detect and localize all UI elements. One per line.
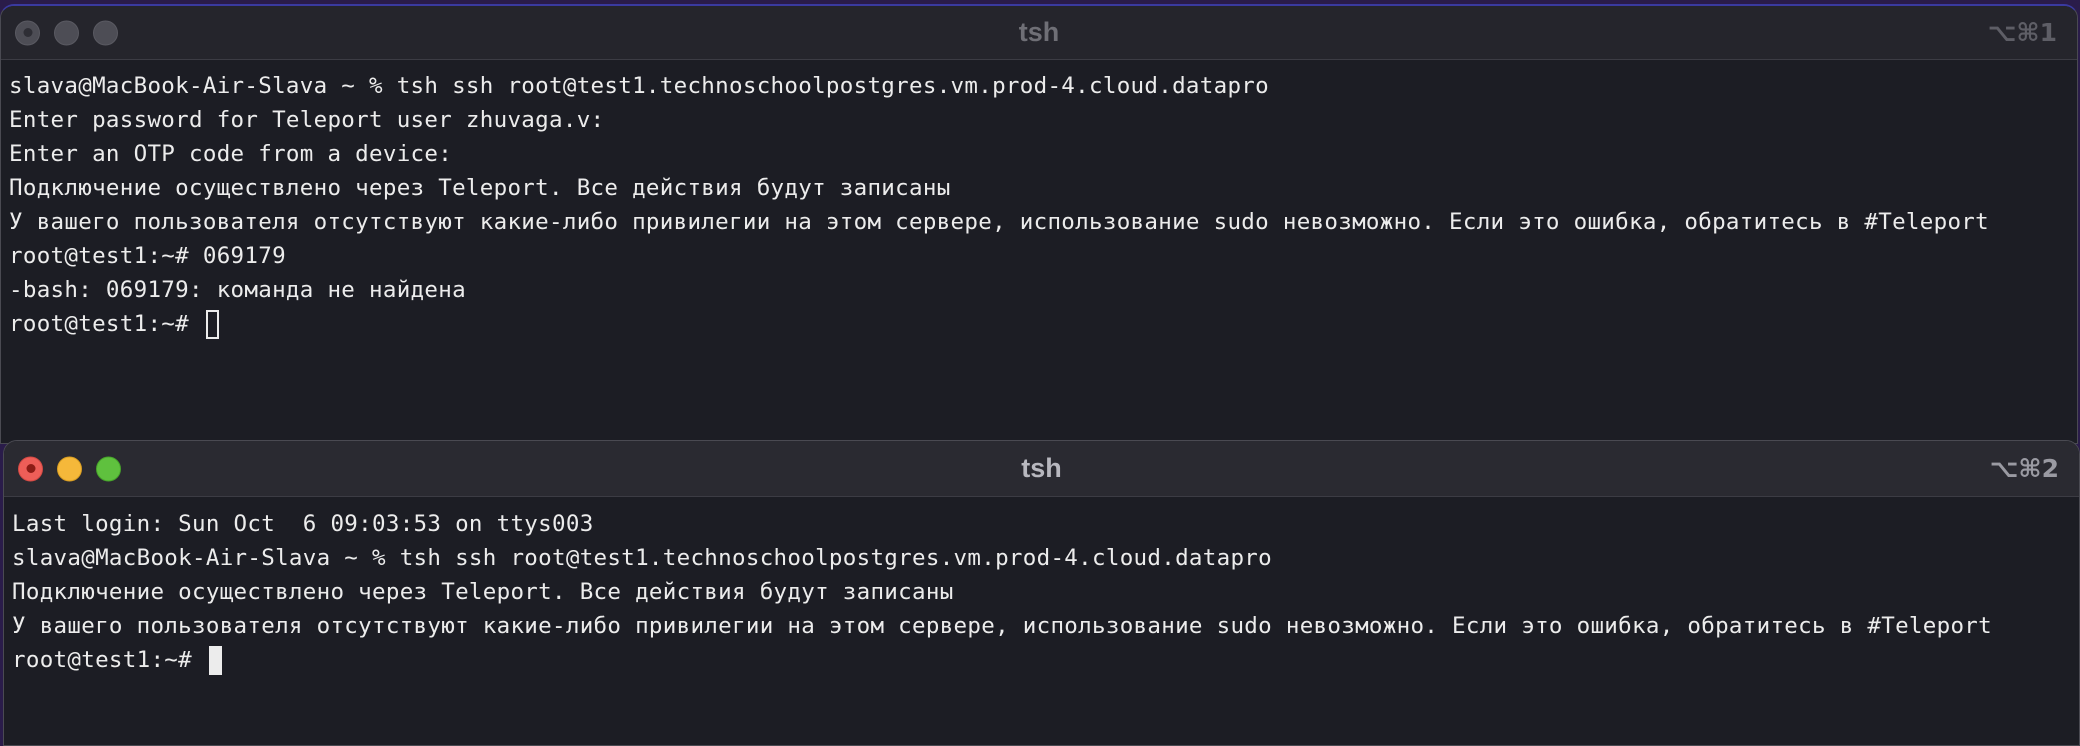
shell-prompt: root@test1:~#: [12, 647, 206, 673]
terminal-line: Подключение осуществлено через Teleport.…: [12, 579, 954, 605]
terminal-prompt-line[interactable]: root@test1:~#: [12, 643, 2071, 677]
terminal-line: root@test1:~# 069179: [9, 243, 286, 269]
terminal-line: slava@MacBook-Air-Slava ~ % tsh ssh root…: [9, 73, 1269, 99]
window-shortcut: ⌥⌘2: [1989, 454, 2059, 483]
terminal-prompt-line[interactable]: root@test1:~#: [9, 307, 2069, 341]
terminal-line: Enter password for Teleport user zhuvaga…: [9, 107, 605, 133]
terminal-line: Last login: Sun Oct 6 09:03:53 on ttys00…: [12, 511, 594, 537]
terminal-line: -bash: 069179: команда не найдена: [9, 277, 466, 303]
window-title: tsh: [1018, 17, 1060, 47]
cursor-icon: [208, 646, 222, 675]
terminal-line: У вашего пользователя отсутствуют какие-…: [12, 613, 1992, 639]
title-bar[interactable]: tsh ⌥⌘1: [1, 6, 2077, 60]
terminal-window-1[interactable]: tsh ⌥⌘1 slava@MacBook-Air-Slava ~ % tsh …: [0, 4, 2078, 444]
window-shortcut: ⌥⌘1: [1987, 18, 2057, 47]
window-title: tsh: [1021, 453, 1062, 483]
terminal-line: slava@MacBook-Air-Slava ~ % tsh ssh root…: [12, 545, 1272, 571]
terminal-window-2[interactable]: tsh ⌥⌘2 Last login: Sun Oct 6 09:03:53 o…: [3, 440, 2080, 746]
title-bar[interactable]: tsh ⌥⌘2: [4, 441, 2079, 497]
terminal-output[interactable]: Last login: Sun Oct 6 09:03:53 on ttys00…: [4, 497, 2079, 677]
terminal-line: У вашего пользователя отсутствуют какие-…: [9, 209, 1989, 235]
shell-prompt: root@test1:~#: [9, 311, 203, 337]
terminal-line: Подключение осуществлено через Teleport.…: [9, 175, 951, 201]
terminal-output[interactable]: slava@MacBook-Air-Slava ~ % tsh ssh root…: [1, 60, 2077, 341]
cursor-icon: [205, 310, 219, 339]
terminal-line: Enter an OTP code from a device:: [9, 141, 453, 167]
